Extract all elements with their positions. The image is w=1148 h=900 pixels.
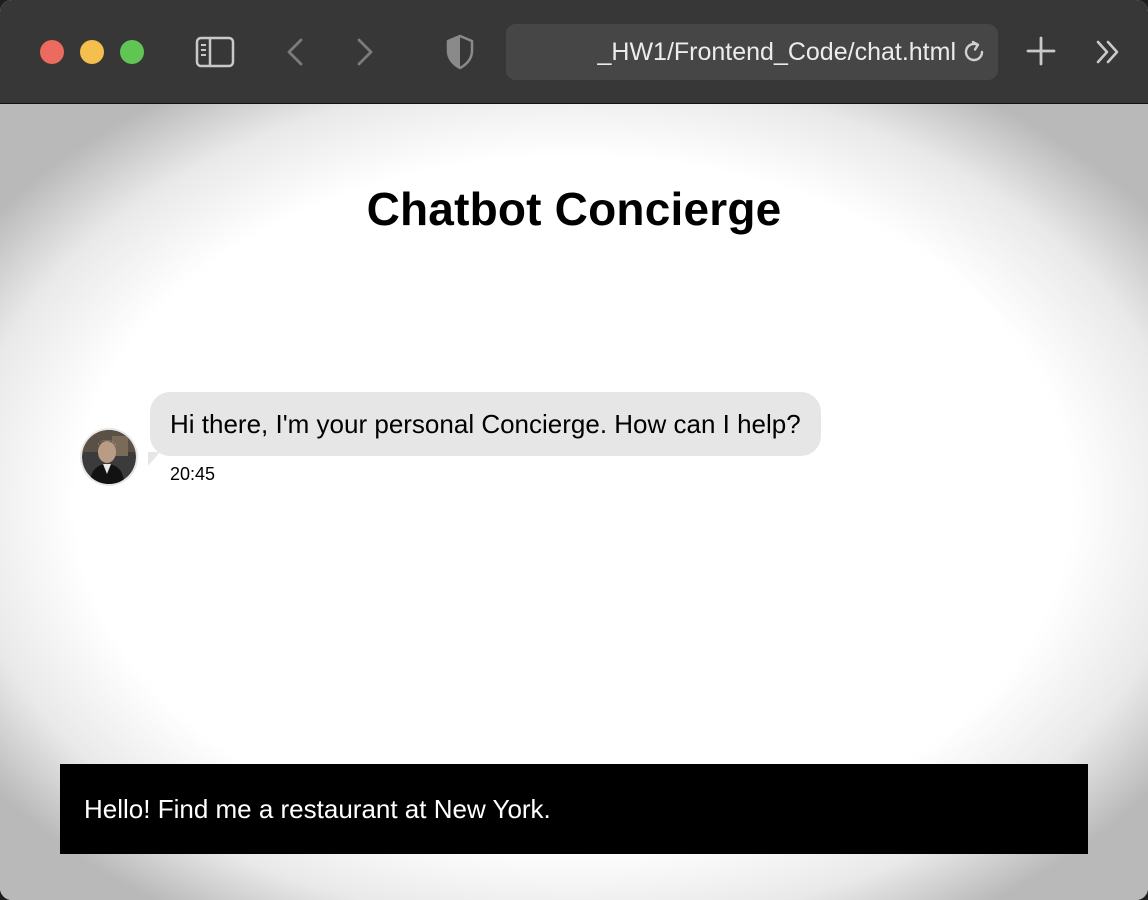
message-input[interactable]: Hello! Find me a restaurant at New York. [60, 764, 1088, 854]
bot-message-text: Hi there, I'm your personal Concierge. H… [170, 408, 801, 439]
chevron-left-icon[interactable] [280, 34, 310, 70]
address-fade [506, 24, 596, 80]
plus-icon[interactable] [1022, 32, 1060, 70]
message-input-value: Hello! Find me a restaurant at New York. [84, 793, 551, 824]
url-text: _HW1/Frontend_Code/chat.html [597, 38, 956, 66]
maximize-window-button[interactable] [120, 40, 144, 64]
message-timestamp: 20:45 [170, 464, 216, 484]
shield-icon[interactable] [444, 32, 476, 72]
browser-toolbar: _HW1/Frontend_Code/chat.html [0, 0, 1148, 104]
bot-message-bubble: Hi there, I'm your personal Concierge. H… [148, 392, 821, 466]
address-bar[interactable]: _HW1/Frontend_Code/chat.html [506, 24, 998, 80]
page-content: Chatbot Concierge Hi there, I'm your per… [0, 104, 1148, 900]
sidebar-icon[interactable] [194, 34, 236, 70]
minimize-window-button[interactable] [80, 40, 104, 64]
close-window-button[interactable] [40, 40, 64, 64]
reload-icon[interactable] [960, 38, 988, 66]
double-chevron-right-icon[interactable] [1090, 34, 1126, 70]
page-title: Chatbot Concierge [366, 183, 782, 235]
browser-window: _HW1/Frontend_Code/chat.html Chatbot Con… [0, 0, 1148, 900]
chevron-right-icon[interactable] [350, 34, 380, 70]
avatar [82, 430, 136, 484]
